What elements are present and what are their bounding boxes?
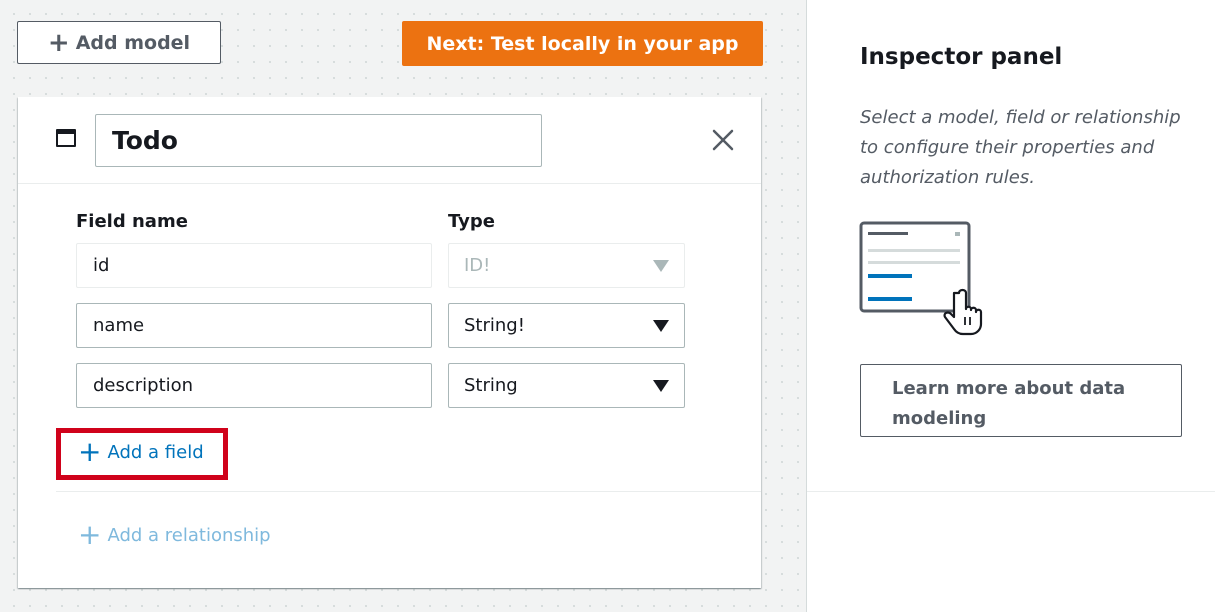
plus-icon: +: [47, 27, 70, 58]
next-test-locally-button[interactable]: Next: Test locally in your app: [402, 21, 763, 66]
inspector-panel: Inspector panel Select a model, field or…: [807, 0, 1215, 612]
type-select-description[interactable]: String: [448, 363, 685, 408]
inspector-divider: [807, 491, 1215, 492]
caret-down-icon: [653, 319, 669, 332]
field-name-input-name[interactable]: [76, 303, 432, 348]
type-select-name[interactable]: String!: [448, 303, 685, 348]
inspector-pointer-illustration: [859, 221, 989, 345]
inspector-title: Inspector panel: [860, 44, 1063, 70]
plus-icon: +: [78, 518, 102, 551]
model-name-input[interactable]: [95, 114, 542, 167]
add-relationship-label: Add a relationship: [107, 524, 271, 546]
inspector-description: Select a model, field or relationship to…: [860, 107, 1181, 188]
type-select-id: ID!: [448, 243, 685, 288]
add-model-button[interactable]: + Add model: [17, 21, 221, 64]
learn-more-data-modeling-button[interactable]: Learn more about data modeling: [860, 364, 1182, 437]
model-window-icon: [56, 129, 76, 147]
next-label: Next: Test locally in your app: [426, 32, 739, 55]
type-value: ID!: [464, 255, 491, 276]
type-value: String: [464, 375, 518, 396]
field-name-input-id[interactable]: [76, 243, 432, 288]
field-name-input-description[interactable]: [76, 363, 432, 408]
caret-down-icon: [653, 259, 669, 272]
learn-more-label: Learn more about data modeling: [892, 378, 1126, 429]
caret-down-icon: [653, 379, 669, 392]
type-value: String!: [464, 315, 525, 336]
field-name-column-label: Field name: [76, 211, 188, 232]
type-column-label: Type: [448, 211, 495, 232]
model-card: Field name Type ID! String! String + Add…: [18, 97, 761, 588]
add-relationship-button[interactable]: + Add a relationship: [78, 521, 271, 549]
card-section-divider: [56, 491, 761, 492]
add-field-label: Add a field: [107, 441, 204, 463]
add-model-label: Add model: [75, 31, 191, 54]
plus-icon: +: [78, 435, 102, 468]
add-field-button[interactable]: + Add a field: [78, 438, 204, 466]
card-header-divider: [18, 183, 761, 184]
close-icon[interactable]: [710, 127, 736, 153]
